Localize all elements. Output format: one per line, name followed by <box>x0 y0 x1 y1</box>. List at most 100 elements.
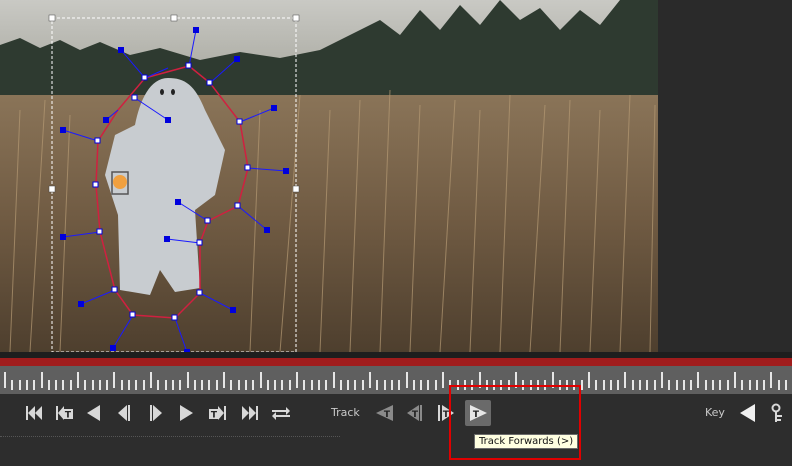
timeline-tick <box>48 380 50 390</box>
timeline-tick <box>165 380 167 390</box>
play-backward-button[interactable] <box>81 400 107 426</box>
timeline-tick <box>727 380 729 390</box>
track-backward-icon: T <box>376 405 393 421</box>
timeline-tick <box>77 372 79 388</box>
timeline-tick <box>216 380 218 390</box>
timeline-tick <box>245 380 247 390</box>
timeline-tick <box>179 380 181 390</box>
timeline-tick <box>442 372 444 388</box>
timeline-tick <box>143 380 145 390</box>
timeline-tick <box>62 380 64 390</box>
track-forwards-tooltip: Track Forwards (>) <box>474 434 579 449</box>
timeline-tick <box>340 380 342 390</box>
timeline-tick <box>420 380 422 390</box>
step-backward-icon <box>118 405 130 421</box>
video-frame[interactable] <box>0 0 658 352</box>
timeline-tick <box>770 372 772 388</box>
timeline-tick <box>413 380 415 390</box>
timeline-tick <box>734 372 736 388</box>
timeline-tick <box>427 380 429 390</box>
timeline-tick <box>595 380 597 390</box>
timeline-tick <box>84 380 86 390</box>
timeline-tick <box>719 380 721 390</box>
skip-to-start-icon <box>26 406 42 420</box>
timeline-tick <box>223 372 225 388</box>
timeline-tick <box>238 380 240 390</box>
track-one-frame-backward-icon: T <box>407 405 422 421</box>
timeline-tick <box>362 380 364 390</box>
step-forward-button[interactable] <box>143 400 169 426</box>
timeline-tick <box>603 380 605 390</box>
next-keyframe-button[interactable]: T <box>205 400 231 426</box>
add-keyframe-icon <box>740 404 755 422</box>
track-one-frame-backward-button[interactable]: T <box>402 400 428 426</box>
timeline-tick <box>157 380 159 390</box>
key-settings-icon <box>771 403 782 422</box>
timeline-tick <box>230 380 232 390</box>
timeline-tick <box>92 380 94 390</box>
key-settings-button[interactable] <box>764 400 790 426</box>
timeline-tick <box>135 380 137 390</box>
svg-text:T: T <box>384 410 391 420</box>
timeline-tick <box>639 380 641 390</box>
timeline-tick <box>354 380 356 390</box>
timeline-tick <box>369 372 371 388</box>
skip-to-end-icon <box>242 406 258 420</box>
timeline-tick <box>150 372 152 388</box>
track-backward-button[interactable]: T <box>371 400 397 426</box>
timeline-ruler[interactable] <box>0 366 792 394</box>
timeline-tick <box>646 380 648 390</box>
timeline-tick <box>435 380 437 390</box>
timeline-tick <box>296 372 298 388</box>
step-backward-button[interactable] <box>111 400 137 426</box>
previous-keyframe-button[interactable]: T <box>51 400 77 426</box>
timeline-tick <box>11 380 13 390</box>
skip-to-end-button[interactable] <box>237 400 263 426</box>
timeline-tick <box>289 380 291 390</box>
timeline-tick <box>690 380 692 390</box>
timeline-tick <box>252 380 254 390</box>
previous-keyframe-icon: T <box>56 406 73 421</box>
skip-to-start-button[interactable] <box>21 400 47 426</box>
svg-text:T: T <box>412 410 419 420</box>
timeline-tick <box>325 380 327 390</box>
timeline-tick <box>384 380 386 390</box>
next-keyframe-icon: T <box>209 406 226 421</box>
timeline-tick <box>610 380 612 390</box>
timeline-tick <box>267 380 269 390</box>
timeline-tick <box>624 372 626 388</box>
timeline-tick <box>697 372 699 388</box>
timeline-tick <box>99 380 101 390</box>
timeline-tick <box>311 380 313 390</box>
timeline-tick <box>778 380 780 390</box>
svg-text:T: T <box>65 411 72 421</box>
play-forward-button[interactable] <box>173 400 199 426</box>
key-label: Key <box>705 406 725 419</box>
timeline-tick <box>654 380 656 390</box>
timeline-tick <box>194 380 196 390</box>
playback-toolbar: T T Track T T T T Key <box>0 394 792 466</box>
timeline-tick <box>41 372 43 388</box>
play-backward-icon <box>87 405 100 421</box>
timeline-tick <box>398 380 400 390</box>
loop-icon <box>272 407 290 420</box>
timeline-tick <box>661 372 663 388</box>
timeline-tick <box>391 380 393 390</box>
timeline-tick <box>333 372 335 388</box>
timeline-tick <box>785 380 787 390</box>
timeline-tick <box>749 380 751 390</box>
timeline-range-bar[interactable] <box>0 358 792 366</box>
step-forward-icon <box>150 405 162 421</box>
timeline-tick <box>70 380 72 390</box>
loop-button[interactable] <box>268 400 294 426</box>
timeline-tick <box>172 380 174 390</box>
timeline-tick <box>712 380 714 390</box>
timeline-tick <box>683 380 685 390</box>
timeline-tick <box>281 380 283 390</box>
timeline-tick <box>632 380 634 390</box>
toolbar-divider <box>0 436 340 437</box>
video-image <box>0 0 658 352</box>
svg-text:T: T <box>211 411 218 421</box>
timeline-tick <box>581 380 583 390</box>
add-keyframe-button[interactable] <box>734 400 760 426</box>
